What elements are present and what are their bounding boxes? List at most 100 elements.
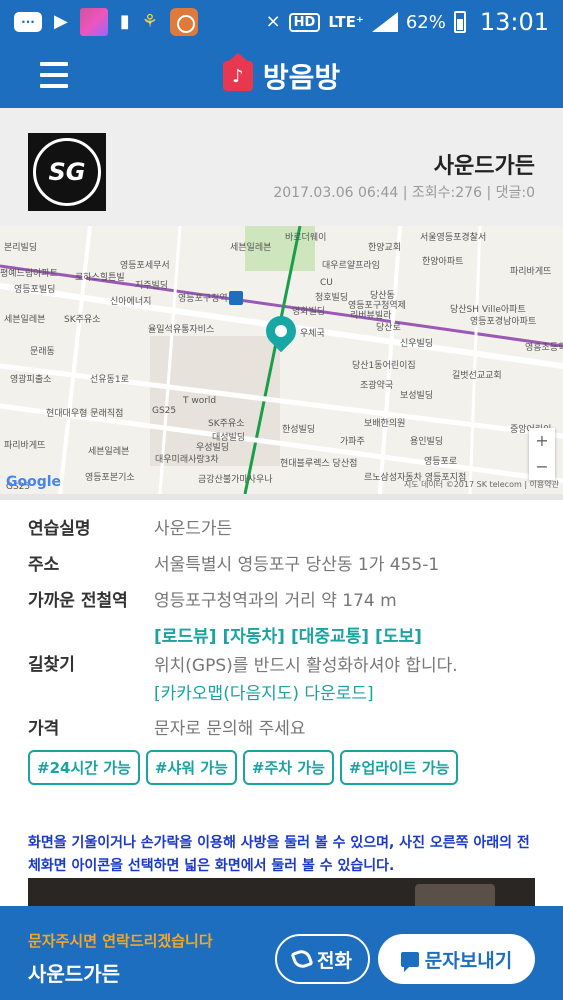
contact-subtitle: 문자주시면 연락드리겠습니다 xyxy=(28,932,213,950)
app-title: 방음방 xyxy=(262,61,341,94)
kakao-download-link[interactable]: [카카오맵(다음지도) 다운로드] xyxy=(154,680,458,708)
info-row-address: 주소 서울특별시 영등포구 당산동 1가 455-1 xyxy=(28,550,548,580)
chat-notification-icon: ··· xyxy=(14,12,42,32)
tag-upright[interactable]: #업라이트 가능 xyxy=(339,750,459,785)
contact-bar: 문자주시면 연락드리겠습니다 사운드가든 전화 문자보내기 xyxy=(0,906,563,1000)
info-label: 연습실명 xyxy=(28,519,91,539)
mute-vibrate-icon: ⨯ xyxy=(265,11,281,32)
map-label: SK주유소 xyxy=(64,315,101,325)
sms-button[interactable]: 문자보내기 xyxy=(378,934,535,984)
tag-parking[interactable]: #주차 가능 xyxy=(242,750,334,785)
map-label: 금강산불가마사우나 xyxy=(198,475,273,485)
roadview-link[interactable]: [로드뷰] xyxy=(154,622,216,652)
studio-info: 연습실명 사운드가든 주소 서울특별시 영등포구 당산동 1가 455-1 가까… xyxy=(28,514,548,785)
sim-icon: ▮ xyxy=(119,11,130,32)
map-label: T world xyxy=(183,396,217,406)
battery-percent: 62% xyxy=(405,11,446,33)
map-label: 영등포본기소 xyxy=(85,473,135,483)
studio-title: 사운드가든 xyxy=(433,154,535,179)
info-label: 주소 xyxy=(28,555,60,575)
app-notification-icon-2 xyxy=(169,8,198,36)
phone-icon xyxy=(290,947,314,971)
map-label: 영등포구청역 xyxy=(178,294,228,304)
map-label: GS25 xyxy=(152,406,177,416)
map-label: 율일석유통자비스 xyxy=(148,325,215,335)
map-label: 신아에너지 xyxy=(110,297,152,307)
info-row-directions: 길찾기 [로드뷰] [자동차] [대중교통] [도보] 위치(GPS)를 반드시… xyxy=(28,622,548,708)
map-label: 대우르얄프라임 xyxy=(322,261,380,271)
call-button[interactable]: 전화 xyxy=(275,934,370,984)
transit-link[interactable]: [대중교통] xyxy=(291,622,369,652)
ribbon-icon: ⚘ xyxy=(141,11,158,32)
map-label: 파리바게뜨 xyxy=(4,441,46,451)
car-link[interactable]: [자동차] xyxy=(222,622,284,652)
clock: 13:01 xyxy=(479,8,549,36)
map-label: 당산로 xyxy=(376,323,401,333)
map-label: 서울영등포경찰서 xyxy=(420,233,487,243)
gps-notice: 위치(GPS)를 반드시 활성화하셔야 합니다. xyxy=(154,656,458,676)
info-row-name: 연습실명 사운드가든 xyxy=(28,514,548,544)
map-label: SK주유소 xyxy=(208,419,245,429)
info-row-price: 가격 문자로 문의해 주세요 xyxy=(28,714,548,744)
map-label: 세븐일레븐 xyxy=(4,315,46,325)
contact-name: 사운드가든 xyxy=(28,962,120,986)
google-logo: Google xyxy=(6,474,62,490)
map-attribution[interactable]: 지도 데이터 ©2017 SK telecom | 이용약관 xyxy=(404,479,559,490)
map-label: CU xyxy=(320,278,333,288)
zoom-controls: + − xyxy=(529,428,555,480)
map-label: 선유동1로 xyxy=(90,375,129,385)
studio-logo-text: SG xyxy=(33,138,101,206)
map-label: 한성빌딩 xyxy=(282,425,316,435)
zoom-out-button[interactable]: − xyxy=(529,454,555,480)
map-label: 문래동 xyxy=(30,347,55,357)
map-label: 본리빌딩 xyxy=(4,243,38,253)
map-roads xyxy=(0,226,563,494)
map-label: 신우빌딩 xyxy=(400,339,434,349)
map-label: 우체국 xyxy=(300,329,325,339)
map-label: 현대대우형 문래직점 xyxy=(46,409,124,419)
map-label: 바르더웨이 xyxy=(285,233,327,243)
info-value: 사운드가든 xyxy=(154,519,233,539)
hamburger-icon[interactable] xyxy=(40,62,68,88)
hd-icon: HD xyxy=(288,12,321,32)
map-label: 영등포빌딩 xyxy=(14,285,56,295)
map-label: 영광피출소 xyxy=(10,375,52,385)
map-view[interactable]: 바르더웨이 한양교회 서울영등포경찰서 영등포세무서 대우르얄프라임 한양아파트… xyxy=(0,226,563,494)
map-label: 한양아파트 xyxy=(422,257,464,267)
info-label: 가격 xyxy=(28,719,60,739)
tag-shower[interactable]: #샤워 가능 xyxy=(145,750,237,785)
map-label: 영등포경남아파트 xyxy=(470,317,537,327)
map-label: 로하스힐튼빌 xyxy=(75,273,125,283)
panorama-notice: 화면을 기울이거나 손가락을 이용해 사방을 둘러 볼 수 있으며, 사진 오른… xyxy=(28,835,530,874)
map-label: 평예드림아파트 xyxy=(0,269,58,279)
map-label: 길벗선교교회 xyxy=(452,371,502,381)
map-label: 지주빌딩 xyxy=(135,281,169,291)
map-label: 영흥초등학교 xyxy=(525,343,563,353)
map-label: 영등포세무서 xyxy=(120,261,170,271)
map-label: 파리바게뜨 xyxy=(510,267,552,277)
music-note-icon: ♪ xyxy=(222,53,253,91)
map-divider xyxy=(0,494,563,500)
map-label: 세븐일레븐 xyxy=(230,243,272,253)
map-label: 대우미래사랑3차 xyxy=(155,455,219,465)
map-label: 가파주 xyxy=(340,437,365,447)
info-value: 서울특별시 영등포구 당산동 1가 455-1 xyxy=(154,555,440,575)
map-label: 세븐일레븐 xyxy=(88,447,130,457)
call-button-label: 전화 xyxy=(317,949,352,972)
post-meta: 2017.03.06 06:44 | 조회수:276 | 댓글:0 xyxy=(273,185,535,201)
info-label: 길찾기 xyxy=(28,655,75,675)
message-icon xyxy=(400,951,419,972)
map-label: 당산1동어린이집 xyxy=(352,361,416,371)
studio-header: SG 사운드가든 2017.03.06 06:44 | 조회수:276 | 댓글… xyxy=(0,108,563,226)
map-label: 보배한의원 xyxy=(364,419,406,429)
play-icon: ▶ xyxy=(54,11,68,32)
app-logo[interactable]: ♪ 방음방 xyxy=(222,53,341,96)
map-label: 용인빌딩 xyxy=(410,437,444,447)
map-label: 현대블루렉스 당산점 xyxy=(280,459,358,469)
zoom-in-button[interactable]: + xyxy=(529,428,555,454)
signal-icon xyxy=(371,12,398,32)
walk-link[interactable]: [도보] xyxy=(375,622,422,652)
battery-icon xyxy=(453,11,466,33)
info-value: 문자로 문의해 주세요 xyxy=(154,719,306,739)
tag-24h[interactable]: #24시간 가능 xyxy=(28,750,140,785)
